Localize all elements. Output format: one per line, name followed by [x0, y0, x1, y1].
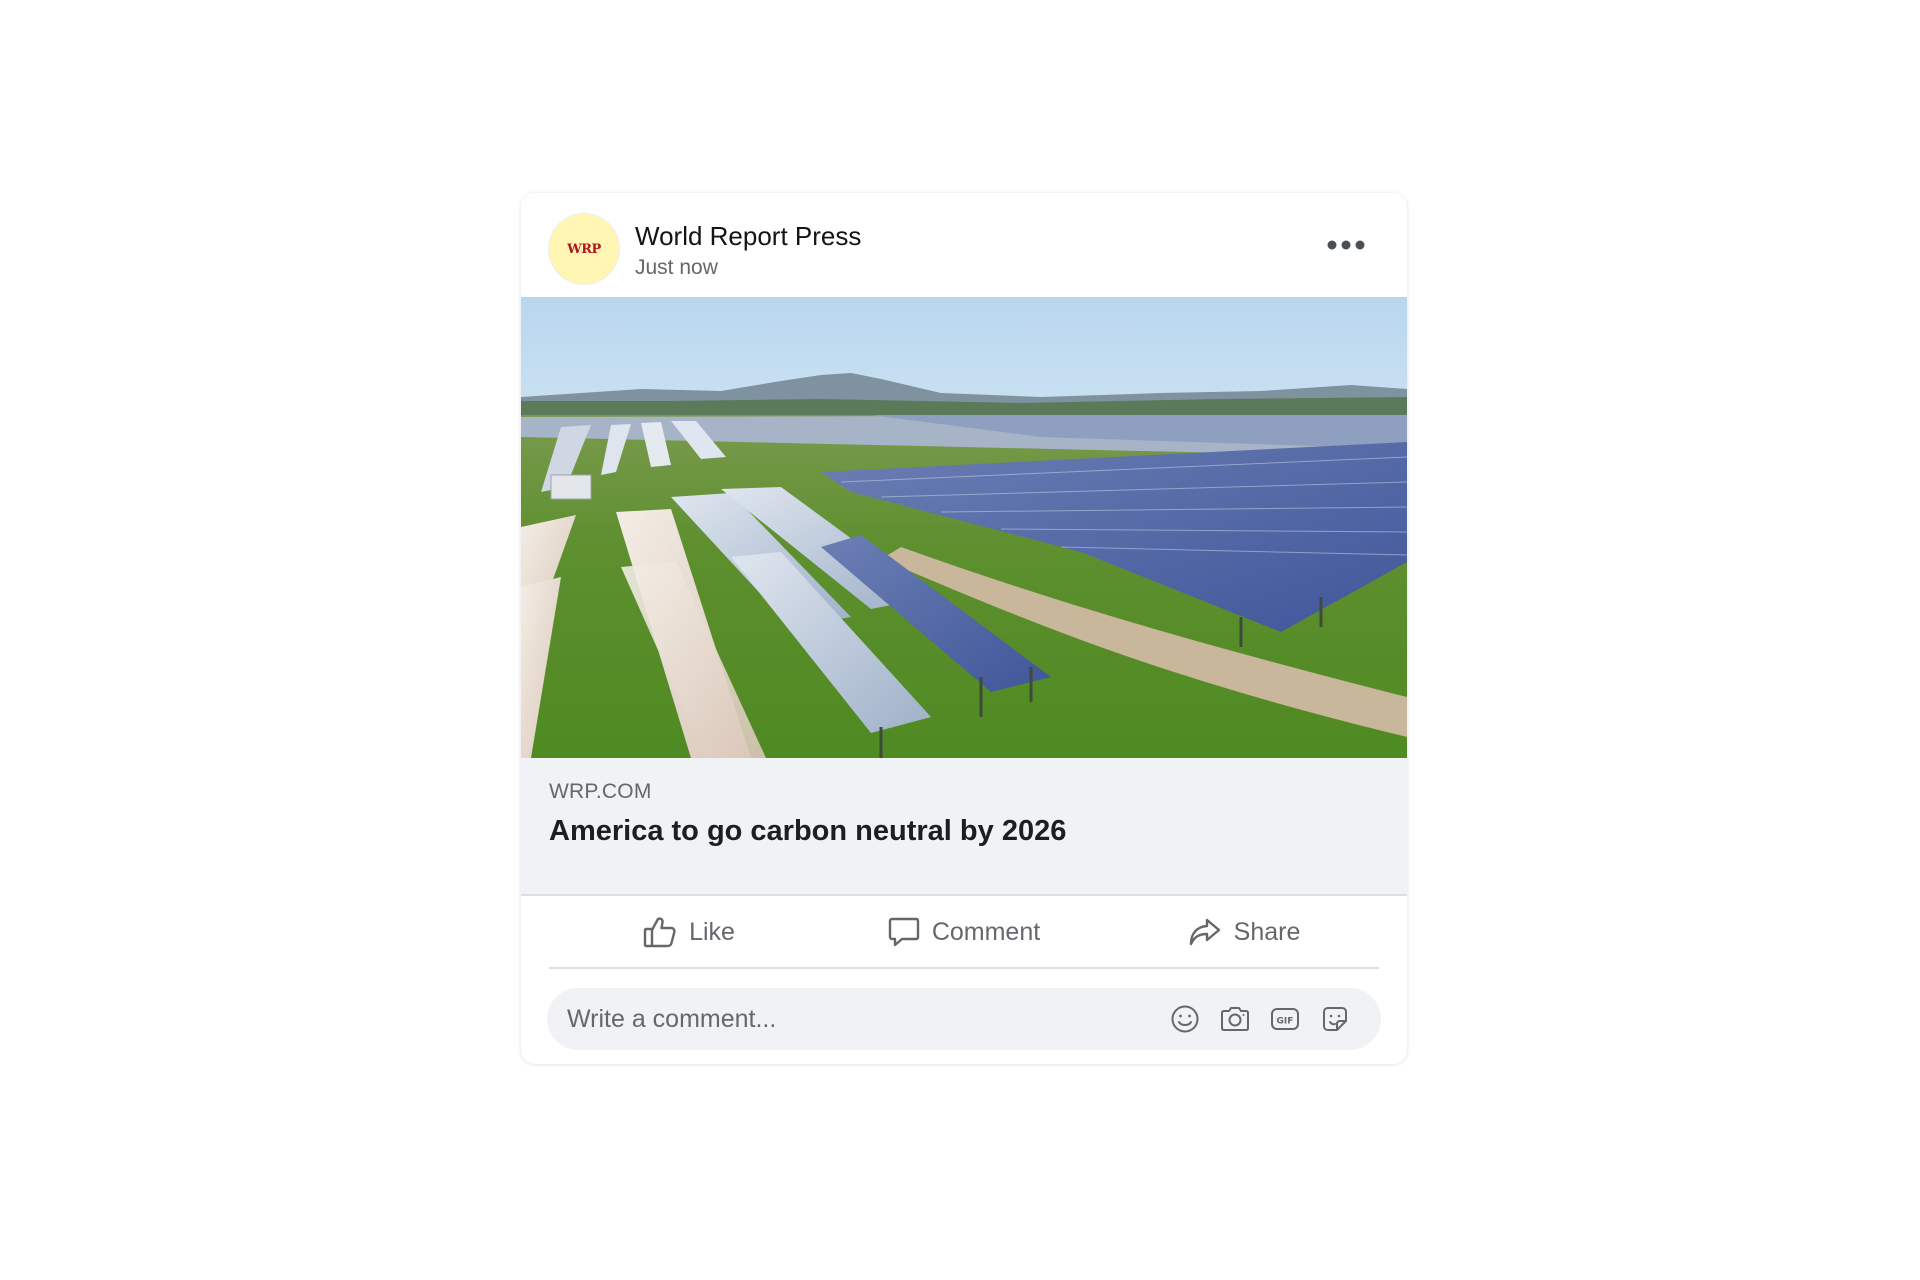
gif-icon: GIF [1271, 1008, 1299, 1030]
like-label: Like [689, 917, 735, 946]
comment-button[interactable]: Comment [874, 906, 1054, 958]
action-bar: Like Comment Share [549, 896, 1379, 969]
comment-input[interactable] [547, 988, 1147, 1050]
more-horizontal-icon [1327, 240, 1365, 250]
author-name[interactable]: World Report Press [635, 221, 861, 252]
share-arrow-icon [1189, 918, 1220, 946]
link-domain: WRP.COM [549, 780, 652, 803]
post-image[interactable] [521, 297, 1407, 758]
thumbs-up-icon [643, 917, 676, 948]
more-options-button[interactable] [1321, 225, 1371, 265]
like-button[interactable]: Like [619, 906, 759, 958]
sticker-button[interactable] [1319, 1003, 1351, 1035]
share-label: Share [1233, 917, 1301, 946]
sticker-icon [1323, 1007, 1347, 1031]
post-timestamp[interactable]: Just now [635, 256, 718, 280]
camera-icon [1221, 1007, 1249, 1031]
emoji-icon [1171, 1005, 1199, 1033]
avatar-logo-text: WRP [567, 241, 601, 257]
comment-bubble-icon [888, 917, 920, 947]
photo-button[interactable] [1219, 1003, 1251, 1035]
avatar[interactable]: WRP [549, 214, 619, 284]
post-card: WRP World Report Press Just now WRP.COM … [521, 193, 1407, 1064]
post-header: WRP World Report Press Just now [521, 193, 1407, 297]
share-button[interactable]: Share [1174, 906, 1314, 958]
comment-box: GIF [547, 988, 1381, 1050]
link-title[interactable]: America to go carbon neutral by 2026 [549, 815, 1066, 848]
link-preview[interactable]: WRP.COM America to go carbon neutral by … [521, 758, 1407, 896]
comment-label: Comment [931, 917, 1041, 946]
emoji-button[interactable] [1169, 1003, 1201, 1035]
gif-button[interactable]: GIF [1269, 1003, 1301, 1035]
svg-text:GIF: GIF [1277, 1017, 1294, 1027]
